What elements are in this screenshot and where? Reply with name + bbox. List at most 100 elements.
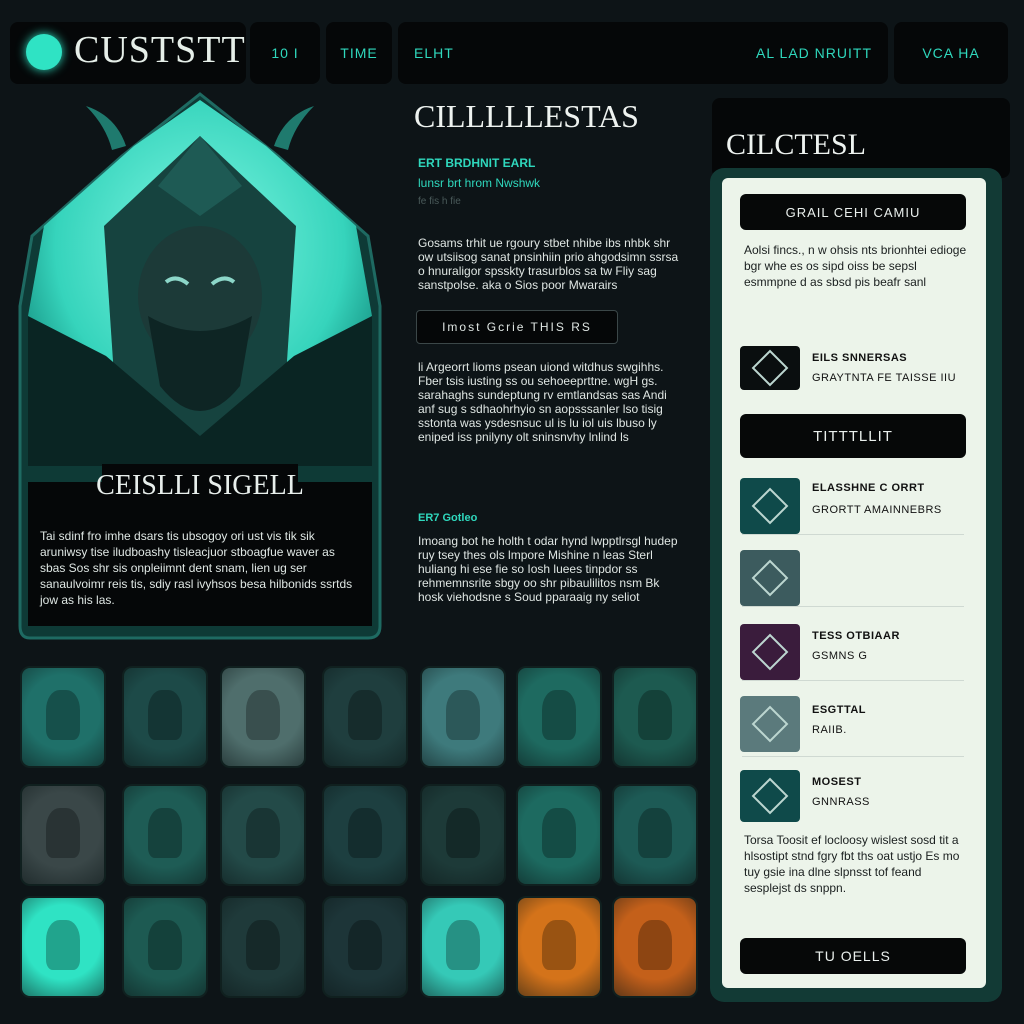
character-silhouette-icon (348, 920, 382, 970)
character-card-tile[interactable] (420, 784, 506, 886)
character-card-tile[interactable] (322, 784, 408, 886)
section-subtitle-2: lunsr brt hrom Nwshwk (418, 176, 541, 190)
character-card-tile[interactable] (612, 666, 698, 768)
list-item-title: ELASSHNE C ORRT (812, 482, 925, 494)
divider (742, 606, 964, 607)
list-item-subtitle: GRORTT AMAINNEBRS (812, 504, 942, 516)
list-item-icon[interactable] (740, 478, 800, 534)
diamond-icon (751, 705, 789, 743)
nav-item-elht[interactable]: ELHT (414, 45, 454, 61)
character-silhouette-icon (446, 690, 480, 740)
character-silhouette-icon (46, 808, 80, 858)
character-silhouette-icon (246, 808, 280, 858)
character-silhouette-icon (246, 920, 280, 970)
character-silhouette-icon (148, 690, 182, 740)
divider (742, 534, 964, 535)
nav-tab-time-label: TIME (340, 45, 378, 61)
list-item-icon[interactable] (740, 346, 800, 390)
diamond-icon (751, 559, 789, 597)
right-panel-paragraph-1: Aolsi fincs., n w ohsis nts brionhtei ed… (744, 243, 967, 289)
character-silhouette-icon (638, 920, 672, 970)
hero-description: Tai sdinf fro imhe dsars tis ubsogoy ori… (40, 529, 353, 607)
character-card-tile[interactable] (612, 784, 698, 886)
list-item-title: MOSEST (812, 776, 862, 788)
hero-name: CEISLLI SIGELL (96, 470, 304, 501)
list-item-title: ESGTTAL (812, 704, 867, 716)
right-panel-paragraph-2: Torsa Toosit ef locloosy wislest sosd ti… (744, 833, 960, 895)
character-card-tile[interactable] (322, 666, 408, 768)
character-card-tile[interactable] (420, 666, 506, 768)
character-silhouette-icon (348, 690, 382, 740)
character-silhouette-icon (446, 808, 480, 858)
right-panel-title: CILCTESL (726, 128, 866, 161)
section-paragraph-2: li Argeorrt lioms psean uiond witdhus sw… (418, 360, 667, 444)
divider (742, 680, 964, 681)
divider (742, 756, 964, 757)
nav-tab-vca[interactable]: VCA HA (894, 22, 1008, 84)
character-card-tile[interactable] (516, 896, 602, 998)
character-silhouette-icon (542, 808, 576, 858)
right-panel-button-2[interactable]: TITTTLLIT (740, 414, 966, 458)
diamond-icon (751, 777, 789, 815)
list-item-subtitle: GSMNS G (812, 650, 868, 662)
character-silhouette-icon (348, 808, 382, 858)
character-card-tile[interactable] (20, 896, 106, 998)
character-silhouette-icon (638, 808, 672, 858)
character-card-tile[interactable] (122, 784, 208, 886)
character-silhouette-icon (46, 690, 80, 740)
right-panel-button-1[interactable]: GRAIL CEHI CAMIU (740, 194, 966, 230)
list-item-title: EILS SNNERSAS (812, 352, 908, 364)
list-item-title: TESS OTBIAAR (812, 630, 900, 642)
character-silhouette-icon (246, 690, 280, 740)
character-silhouette-icon (148, 920, 182, 970)
character-card-tile[interactable] (322, 896, 408, 998)
right-panel-button-2-label: TITTTLLIT (813, 427, 893, 445)
nav-tab-time[interactable]: TIME (326, 22, 392, 84)
character-silhouette-icon (542, 690, 576, 740)
character-card-tile[interactable] (122, 896, 208, 998)
logo-icon (26, 34, 62, 70)
diamond-icon (751, 633, 789, 671)
character-silhouette-icon (148, 808, 182, 858)
section-action-button-label: Imost Gcrie THIS RS (442, 320, 592, 334)
right-panel-button-3[interactable]: TU OELLS (740, 938, 966, 974)
list-item-subtitle: GRAYTNTA FE TAISSE IIU (812, 372, 957, 384)
section-title: CILLLLLESTAS (414, 98, 639, 134)
section-subtitle-4: ER7 Gotleo (418, 512, 478, 524)
nav-item-nruitt[interactable]: AL LAD NRUITT (756, 45, 872, 61)
list-item-icon[interactable] (740, 550, 800, 606)
character-card-tile[interactable] (516, 666, 602, 768)
list-item-icon[interactable] (740, 696, 800, 752)
character-card-tile[interactable] (516, 784, 602, 886)
section-subtitle-3: fe fis h fie (418, 196, 461, 207)
character-card-tile[interactable] (612, 896, 698, 998)
app-logo-text: CUSTSTT (74, 29, 246, 71)
list-item-subtitle: GNNRASS (812, 796, 870, 808)
character-silhouette-icon (446, 920, 480, 970)
character-silhouette-icon (638, 690, 672, 740)
character-card-tile[interactable] (420, 896, 506, 998)
character-silhouette-icon (46, 920, 80, 970)
character-card-tile[interactable] (20, 666, 106, 768)
list-item-subtitle: RAIIB. (812, 724, 847, 736)
diamond-icon (751, 349, 789, 387)
character-card-tile[interactable] (122, 666, 208, 768)
section-subtitle-1: ERT BRDHNIT EARL (418, 156, 536, 170)
list-item-icon[interactable] (740, 624, 800, 680)
right-panel-button-1-label: GRAIL CEHI CAMIU (785, 204, 921, 220)
character-silhouette-icon (542, 920, 576, 970)
character-card-tile[interactable] (220, 896, 306, 998)
nav-bar-main: ELHT AL LAD NRUITT (398, 22, 888, 84)
nav-tab-1[interactable]: 10 I (250, 22, 320, 84)
character-card-tile[interactable] (220, 784, 306, 886)
list-item-icon[interactable] (740, 770, 800, 822)
section-action-button[interactable]: Imost Gcrie THIS RS (416, 310, 618, 344)
character-card-tile[interactable] (220, 666, 306, 768)
nav-tab-1-label: 10 I (271, 45, 299, 61)
diamond-icon (751, 487, 789, 525)
section-paragraph-3: Imoang bot he holth t odar hynd lwpptlrs… (418, 534, 678, 604)
nav-tab-vca-label: VCA HA (922, 45, 980, 61)
section-paragraph-1: Gosams trhit ue rgoury stbet nhibe ibs n… (418, 236, 679, 292)
right-panel-button-3-label: TU OELLS (815, 948, 891, 964)
character-card-tile[interactable] (20, 784, 106, 886)
